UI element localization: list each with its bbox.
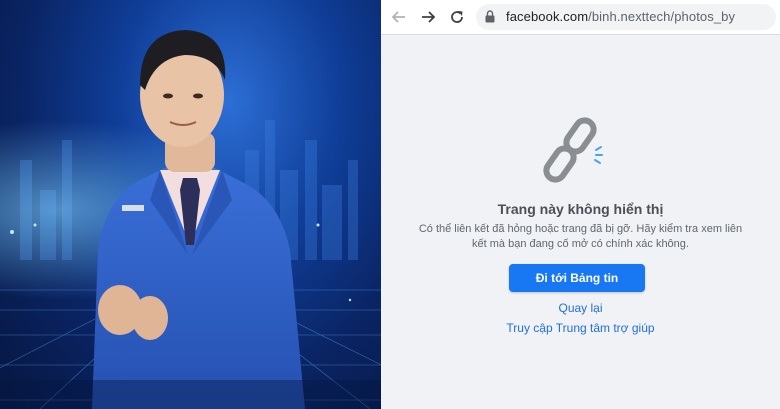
error-page: Trang này không hiển thị Có thể liên kết… [381, 35, 780, 409]
back-arrow-icon[interactable] [389, 7, 409, 27]
address-bar[interactable]: facebook.com/binh.nexttech/photos_by [476, 4, 776, 30]
error-description: Có thể liên kết đã hỏng hoặc trang đã bị… [418, 223, 743, 250]
url-host: facebook.com [506, 9, 589, 24]
lock-icon [485, 10, 495, 28]
forward-arrow-icon[interactable] [418, 7, 438, 27]
url-text: facebook.com/binh.nexttech/photos_by [506, 9, 735, 24]
url-path: /binh.nexttech/photos_by [588, 9, 736, 24]
browser-toolbar: facebook.com/binh.nexttech/photos_by [381, 0, 780, 35]
error-title: Trang này không hiển thị [497, 201, 664, 217]
portrait-illustration [0, 30, 381, 409]
go-back-link[interactable]: Quay lại [381, 301, 780, 315]
broken-link-icon [543, 117, 613, 192]
help-center-link[interactable]: Truy cập Trung tâm trợ giúp [381, 321, 780, 335]
browser-window: facebook.com/binh.nexttech/photos_by Tra… [381, 0, 780, 409]
portrait-photo [0, 0, 381, 409]
reload-icon[interactable] [447, 7, 467, 27]
go-to-news-feed-button[interactable]: Đi tới Bảng tin [509, 264, 645, 292]
